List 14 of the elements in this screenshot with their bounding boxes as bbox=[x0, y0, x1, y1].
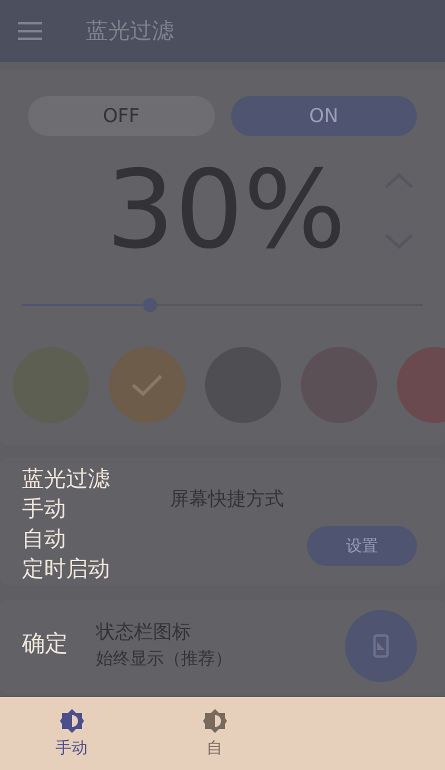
menu-option[interactable]: 自动 bbox=[22, 525, 66, 555]
menu-option[interactable]: 定时启动 bbox=[22, 555, 110, 585]
brightness-icon bbox=[58, 708, 84, 734]
menu-option[interactable]: 手动 bbox=[22, 495, 66, 525]
settings-button[interactable]: 设置 bbox=[307, 526, 417, 566]
nav-tab[interactable]: 自 bbox=[143, 697, 286, 770]
phone-icon bbox=[373, 634, 389, 658]
check-icon bbox=[131, 373, 163, 397]
nav-tab[interactable]: 手动 bbox=[0, 697, 143, 770]
power-toggle-button[interactable]: ON bbox=[230, 96, 417, 136]
menu-icon[interactable] bbox=[18, 22, 42, 40]
menu-option[interactable]: 蓝光过滤 bbox=[22, 465, 110, 495]
brightness-icon bbox=[202, 708, 228, 734]
confirm-button[interactable]: 确定 bbox=[22, 627, 68, 662]
